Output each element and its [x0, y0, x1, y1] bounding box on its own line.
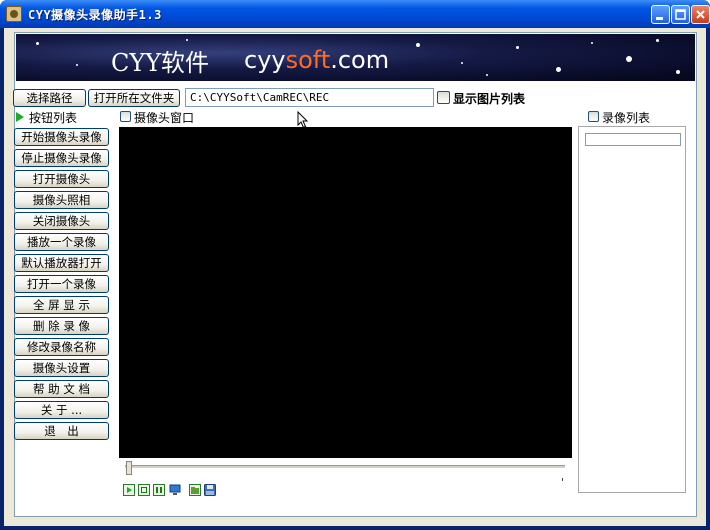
stop-recording-button[interactable]: 停止摄像头录像 — [14, 149, 109, 167]
maximize-icon — [675, 9, 686, 20]
play-arrow-icon — [16, 112, 24, 122]
banner-logo: CYY软件 — [111, 49, 210, 77]
recording-list-item[interactable] — [585, 133, 681, 146]
recording-list[interactable] — [578, 126, 686, 493]
client-area: CYY软件 cyysoft.com 选择路径 打开所在文件夹 C:\CYYSof… — [4, 28, 706, 526]
camera-video-area[interactable] — [119, 127, 572, 458]
mouse-cursor-icon — [297, 111, 309, 129]
recording-list-checkbox[interactable] — [588, 111, 599, 122]
path-input[interactable]: C:\CYYSoft\CamREC\REC — [185, 88, 434, 107]
button-list-header: 按钮列表 — [29, 111, 78, 125]
about-button[interactable]: 关 于 ... — [14, 401, 109, 419]
help-button[interactable]: 帮 助 文 档 — [14, 380, 109, 398]
play-icon[interactable] — [123, 484, 135, 496]
pause-icon[interactable] — [153, 484, 165, 496]
close-camera-button[interactable]: 关闭摄像头 — [14, 212, 109, 230]
close-button[interactable] — [691, 5, 710, 24]
delete-recording-button[interactable]: 删 除 录 像 — [14, 317, 109, 335]
minimize-button[interactable] — [651, 5, 670, 24]
start-recording-button[interactable]: 开始摄像头录像 — [14, 128, 109, 146]
save-icon[interactable] — [204, 484, 216, 496]
show-images-checkbox[interactable] — [437, 91, 450, 104]
title-bar[interactable]: CYY摄像头录像助手1.3 — [0, 0, 710, 28]
close-icon — [696, 10, 705, 19]
maximize-button[interactable] — [671, 5, 690, 24]
seek-slider-track[interactable] — [125, 465, 565, 469]
show-images-label: 显示图片列表 — [453, 92, 526, 106]
app-window: CYY摄像头录像助手1.3 CYY软件 cyysoft.com 选择路径 打开所… — [0, 0, 710, 530]
take-photo-button[interactable]: 摄像头照相 — [14, 191, 109, 209]
recording-list-header: 录像列表 — [602, 111, 651, 125]
folder-icon[interactable] — [189, 484, 201, 496]
open-folder-button[interactable]: 打开所在文件夹 — [88, 89, 180, 107]
banner-domain: cyysoft.com — [244, 46, 390, 74]
app-icon — [6, 6, 22, 22]
exit-button[interactable]: 退 出 — [14, 422, 109, 440]
camera-window-label: 摄像头窗口 — [134, 111, 195, 125]
monitor-icon[interactable] — [169, 484, 181, 496]
rename-recording-button[interactable]: 修改录像名称 — [14, 338, 109, 356]
seek-slider-thumb[interactable] — [126, 461, 132, 475]
play-recording-button[interactable]: 播放一个录像 — [14, 233, 109, 251]
default-player-button[interactable]: 默认播放器打开 — [14, 254, 109, 272]
camera-settings-button[interactable]: 摄像头设置 — [14, 359, 109, 377]
stop-icon[interactable] — [138, 484, 150, 496]
open-camera-button[interactable]: 打开摄像头 — [14, 170, 109, 188]
brand-banner: CYY软件 cyysoft.com — [16, 34, 695, 81]
open-recording-button[interactable]: 打开一个录像 — [14, 275, 109, 293]
minimize-icon — [656, 17, 663, 20]
camera-window-checkbox[interactable] — [120, 111, 131, 122]
slider-tick — [562, 478, 563, 481]
window-title: CYY摄像头录像助手1.3 — [28, 8, 162, 22]
fullscreen-button[interactable]: 全 屏 显 示 — [14, 296, 109, 314]
choose-path-button[interactable]: 选择路径 — [13, 89, 86, 107]
